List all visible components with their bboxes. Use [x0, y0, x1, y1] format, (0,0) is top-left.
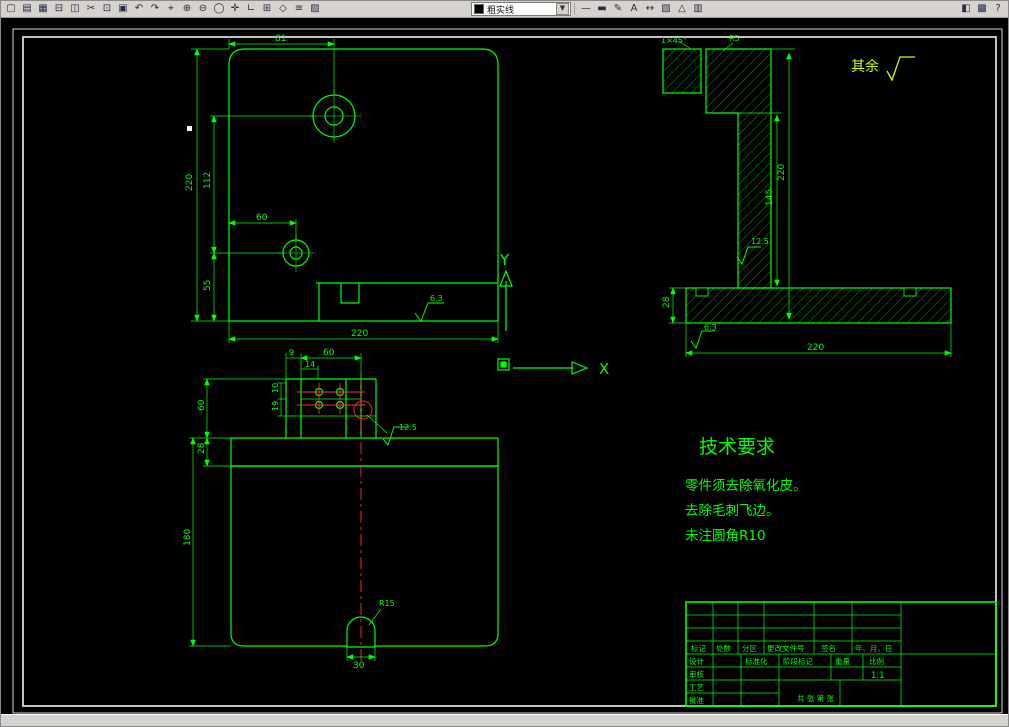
save-icon[interactable]: ▦: [35, 2, 51, 16]
svg-text:10: 10: [271, 383, 280, 393]
toolbar-separator: [574, 3, 575, 15]
palette-icon[interactable]: ▩: [974, 2, 990, 16]
svg-text:60: 60: [256, 213, 268, 223]
svg-text:220: 220: [185, 174, 195, 191]
zoom-window-icon[interactable]: ⌖: [163, 2, 179, 16]
svg-text:阶段标记: 阶段标记: [783, 656, 813, 666]
pan-icon[interactable]: ✛: [227, 2, 243, 16]
svg-text:设计: 设计: [689, 656, 704, 666]
angle-icon[interactable]: △: [674, 2, 690, 16]
svg-text:28: 28: [662, 296, 672, 308]
dimension-icon[interactable]: ↔: [642, 2, 658, 16]
status-bar: [1, 714, 1008, 726]
svg-text:60: 60: [197, 399, 207, 411]
svg-text:更改文件号: 更改文件号: [767, 643, 805, 653]
copy-icon[interactable]: ⊡: [99, 2, 115, 16]
svg-text:220: 220: [807, 343, 824, 353]
svg-text:标记: 标记: [691, 643, 706, 653]
properties-icon[interactable]: ◧: [958, 2, 974, 16]
color-icon[interactable]: ▨: [307, 2, 323, 16]
axis-x-label: X: [599, 360, 609, 378]
edit-icon[interactable]: ✎: [610, 2, 626, 16]
tech-requirement-line: 零件须去除氧化皮。: [685, 478, 807, 494]
layer-dropdown-value: 粗实线: [487, 5, 515, 16]
print-icon[interactable]: ⊟: [51, 2, 67, 16]
svg-text:重量: 重量: [835, 657, 850, 666]
svg-text:112: 112: [203, 172, 213, 189]
svg-text:220: 220: [777, 164, 787, 181]
zoom-out-icon[interactable]: ⊖: [195, 2, 211, 16]
svg-text:12.5: 12.5: [399, 423, 417, 432]
svg-text:R5: R5: [729, 34, 740, 43]
svg-text:28: 28: [197, 442, 207, 454]
svg-text:81: 81: [275, 34, 286, 44]
zoom-extents-icon[interactable]: ◯: [211, 2, 227, 16]
svg-text:批准: 批准: [689, 695, 704, 705]
svg-text:9: 9: [289, 348, 294, 357]
svg-text:14: 14: [305, 360, 315, 369]
new-icon[interactable]: ▢: [3, 2, 19, 16]
svg-text:6.3: 6.3: [704, 323, 717, 332]
grid-icon[interactable]: ⊞: [259, 2, 275, 16]
layers-icon[interactable]: ≡: [291, 2, 307, 16]
linetype-icon[interactable]: —: [578, 2, 594, 16]
preview-icon[interactable]: ◫: [67, 2, 83, 16]
layer-color-swatch: [474, 4, 484, 14]
osnap-icon[interactable]: ◇: [275, 2, 291, 16]
axis-y-label: Y: [499, 251, 510, 269]
layer-dropdown[interactable]: 粗实线 ▼: [471, 2, 571, 16]
svg-text:55: 55: [203, 280, 213, 291]
help-icon[interactable]: ?: [990, 2, 1006, 16]
svg-text:180: 180: [183, 529, 193, 546]
svg-text:1×45°: 1×45°: [661, 36, 687, 45]
image-icon[interactable]: ▥: [690, 2, 706, 16]
svg-text:145: 145: [765, 189, 775, 206]
tech-requirement-line: 未注圆角R10: [685, 528, 766, 544]
svg-text:R15: R15: [379, 599, 395, 608]
hatch-icon[interactable]: ▧: [658, 2, 674, 16]
lineweight-icon[interactable]: ▬: [594, 2, 610, 16]
svg-text:1:1: 1:1: [871, 671, 885, 681]
svg-text:审核: 审核: [689, 669, 704, 679]
toolbar-left-group: ▢ ▤ ▦ ⊟ ◫ ✂ ⊡ ▣ ↶ ↷ ⌖ ⊕ ⊖ ◯ ✛ ∟ ⊞ ◇ ≡ ▨: [3, 2, 323, 16]
redo-icon[interactable]: ↷: [147, 2, 163, 16]
svg-text:共 张 第 张: 共 张 第 张: [797, 693, 835, 703]
svg-text:60: 60: [323, 348, 335, 358]
zoom-in-icon[interactable]: ⊕: [179, 2, 195, 16]
svg-text:标准化: 标准化: [745, 656, 768, 666]
drawing-canvas[interactable]: 81 220 112 55 60 220 6.3 1×45° R5 220 14…: [1, 1, 1009, 727]
cut-icon[interactable]: ✂: [83, 2, 99, 16]
tech-requirement-line: 去除毛刺飞边。: [685, 503, 780, 519]
grip-point[interactable]: [187, 126, 192, 131]
svg-text:年、月、日: 年、月、日: [855, 643, 893, 653]
svg-text:220: 220: [351, 329, 368, 339]
ortho-icon[interactable]: ∟: [243, 2, 259, 16]
svg-text:工艺: 工艺: [689, 683, 704, 692]
toolbar-right-group: — ▬ ✎ A ↔ ▧ △ ▥: [578, 2, 706, 16]
svg-text:30: 30: [353, 661, 365, 671]
cad-application-window: ▢ ▤ ▦ ⊟ ◫ ✂ ⊡ ▣ ↶ ↷ ⌖ ⊕ ⊖ ◯ ✛ ∟ ⊞ ◇ ≡ ▨ 粗实线 ▼ — ▬ ✎ A ↔ ▧ △ ▥ ◧ ▩?: [0, 0, 1009, 727]
main-toolbar: ▢ ▤ ▦ ⊟ ◫ ✂ ⊡ ▣ ↶ ↷ ⌖ ⊕ ⊖ ◯ ✛ ∟ ⊞ ◇ ≡ ▨ 粗实线 ▼ — ▬ ✎ A ↔ ▧ △ ▥ ◧ ▩?: [1, 1, 1008, 18]
svg-text:比例: 比例: [869, 656, 884, 666]
svg-text:19: 19: [271, 401, 280, 411]
tech-requirements-title: 技术要求: [699, 436, 775, 458]
svg-text:12.5: 12.5: [751, 237, 769, 246]
toolbar-far-group: ◧ ▩?: [958, 2, 1006, 16]
svg-text:分区: 分区: [742, 644, 757, 653]
svg-text:处数: 处数: [716, 643, 731, 653]
undo-icon[interactable]: ↶: [131, 2, 147, 16]
chevron-down-icon[interactable]: ▼: [556, 3, 569, 15]
paste-icon[interactable]: ▣: [115, 2, 131, 16]
svg-text:6.3: 6.3: [430, 294, 443, 303]
surplus-label: 其余: [851, 58, 879, 75]
open-icon[interactable]: ▤: [19, 2, 35, 16]
svg-text:签名: 签名: [821, 643, 836, 653]
text-icon[interactable]: A: [626, 2, 642, 16]
